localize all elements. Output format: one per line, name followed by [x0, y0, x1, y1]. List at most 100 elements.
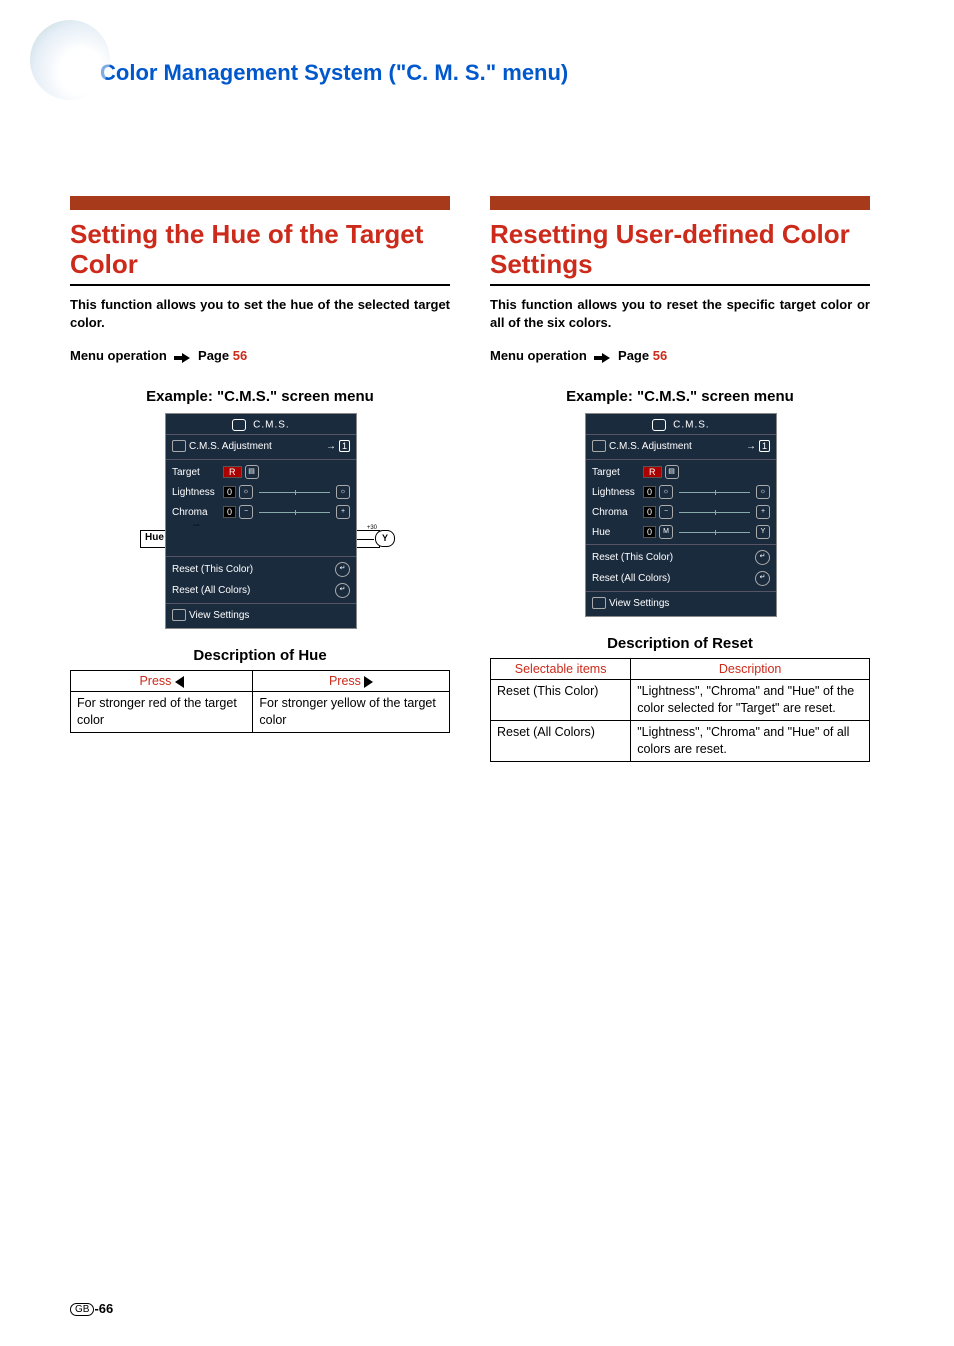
slider [259, 492, 330, 493]
callout-label: Hue [145, 532, 164, 543]
osd-adj-label: C.M.S. Adjustment [189, 441, 272, 452]
left-column: Setting the Hue of the Target Color This… [70, 196, 450, 762]
osd-sep [166, 603, 356, 604]
enter-icon: ↵ [335, 562, 350, 577]
hue-table-c2: For stronger yellow of the target color [253, 692, 450, 733]
osd-row-reset-all: Reset (All Colors) ↵ [586, 568, 776, 589]
osd-row-reset-this: Reset (This Color) ↵ [166, 559, 356, 580]
osd-adj-num: 1 [759, 440, 770, 452]
osd-row-view: View Settings [586, 594, 776, 612]
menu-operation-right: Menu operation Page 56 [490, 348, 870, 364]
press-label: Press [329, 674, 361, 688]
dim-icon: ☼ [239, 485, 253, 499]
arrow-right-icon: → [746, 441, 756, 452]
arrow-icon [174, 349, 190, 364]
osd-title: C.M.S. [253, 420, 290, 431]
enter-icon: ↵ [335, 583, 350, 598]
osd-row-reset-all: Reset (All Colors) ↵ [166, 580, 356, 601]
hue-table-h2: Press [253, 671, 450, 692]
osd-header: C.M.S. [586, 414, 776, 435]
osd-adj-num: 1 [339, 440, 350, 452]
osd-chroma-val: 0 [643, 506, 656, 518]
osd-row-target: Target R ▤ [166, 462, 356, 482]
hue-table-h1: Press [71, 671, 253, 692]
osd-reset-all: Reset (All Colors) [172, 585, 250, 596]
osd-title: C.M.S. [673, 420, 710, 431]
osd-wrapper-right: C.M.S. C.M.S. Adjustment → 1 Target R ▤ [585, 413, 775, 617]
desc-title-right: Description of Reset [490, 635, 870, 652]
osd-view: View Settings [189, 610, 249, 621]
osd-header: C.M.S. [166, 414, 356, 435]
menu-op-label: Menu operation [70, 348, 167, 363]
left-triangle-icon [175, 676, 184, 688]
hue-table-c1: For stronger red of the target color [71, 692, 253, 733]
osd-target-label: Target [592, 467, 640, 478]
osd-target-val: R [223, 466, 242, 478]
reset-table-h1: Selectable items [491, 659, 631, 680]
underline [70, 284, 450, 286]
right-triangle-icon [364, 676, 373, 688]
osd-sep [586, 591, 776, 592]
osd-row-hue: Hue 0 M Y [586, 522, 776, 542]
osd-hue-label: Hue [592, 527, 640, 538]
osd-target-val: R [643, 466, 662, 478]
reset-table-r1c2: "Lightness", "Chroma" and "Hue" of the c… [631, 680, 870, 721]
divider-bar [490, 196, 870, 210]
slider [679, 512, 750, 513]
hue-table: Press Press For stronger red of the targ… [70, 670, 450, 733]
osd-lightness-val: 0 [223, 486, 236, 498]
footer-gb: GB [70, 1303, 94, 1316]
reset-table: Selectable items Description Reset (This… [490, 658, 870, 762]
slider [259, 512, 330, 513]
arrow-icon [594, 349, 610, 364]
osd-reset-this: Reset (This Color) [592, 552, 673, 563]
bright-icon: ☼ [756, 485, 770, 499]
osd-view: View Settings [609, 598, 669, 609]
slider [679, 532, 750, 533]
dim-icon: ☼ [659, 485, 673, 499]
plus-icon: + [336, 505, 350, 519]
page-num-link[interactable]: 56 [653, 348, 667, 363]
right-column: Resetting User-defined Color Settings Th… [490, 196, 870, 762]
osd-lightness-label: Lightness [592, 487, 640, 498]
desc-title-left: Description of Hue [70, 647, 450, 664]
page-num-link[interactable]: 56 [233, 348, 247, 363]
underline [490, 284, 870, 286]
page-word: Page [618, 348, 649, 363]
minus-icon: − [239, 505, 253, 519]
osd-sep [586, 544, 776, 545]
osd-screen-left-bottom: Reset (This Color) ↵ Reset (All Colors) … [165, 526, 357, 629]
osd-chroma-val: 0 [223, 506, 236, 518]
osd-reset-this: Reset (This Color) [172, 564, 253, 575]
callout-hi: +30 [367, 525, 377, 531]
reset-table-r2c2: "Lightness", "Chroma" and "Hue" of all c… [631, 720, 870, 761]
osd-sep [586, 459, 776, 460]
osd-sep [166, 556, 356, 557]
view-icon [172, 609, 186, 621]
reset-table-r2c1: Reset (All Colors) [491, 720, 631, 761]
osd-sep [166, 459, 356, 460]
section-desc-right: This function allows you to reset the sp… [490, 296, 870, 332]
osd-target-label: Target [172, 467, 220, 478]
osd-adj-label: C.M.S. Adjustment [609, 441, 692, 452]
example-label-left: Example: "C.M.S." screen menu [70, 388, 450, 405]
osd-reset-all: Reset (All Colors) [592, 573, 670, 584]
bright-icon: ☼ [336, 485, 350, 499]
section-title-right: Resetting User-defined Color Settings [490, 220, 870, 280]
osd-row-lightness: Lightness 0 ☼ ☼ [586, 482, 776, 502]
osd-row-chroma: Chroma 0 − + [166, 502, 356, 522]
cms-icon [232, 419, 246, 431]
page-footer: GB-66 [70, 1301, 113, 1316]
arrow-right-icon: → [326, 441, 336, 452]
view-icon [592, 597, 606, 609]
osd-row-target: Target R ▤ [586, 462, 776, 482]
example-label-right: Example: "C.M.S." screen menu [490, 388, 870, 405]
osd-screen-left: C.M.S. C.M.S. Adjustment → 1 Target R ▤ [165, 413, 357, 527]
divider-bar [70, 196, 450, 210]
reset-table-r1c1: Reset (This Color) [491, 680, 631, 721]
menu-operation-left: Menu operation Page 56 [70, 348, 450, 364]
osd-screen-right: C.M.S. C.M.S. Adjustment → 1 Target R ▤ [585, 413, 777, 617]
footer-page: -66 [94, 1301, 113, 1316]
reset-table-h2: Description [631, 659, 870, 680]
target-icon: ▤ [665, 465, 679, 479]
